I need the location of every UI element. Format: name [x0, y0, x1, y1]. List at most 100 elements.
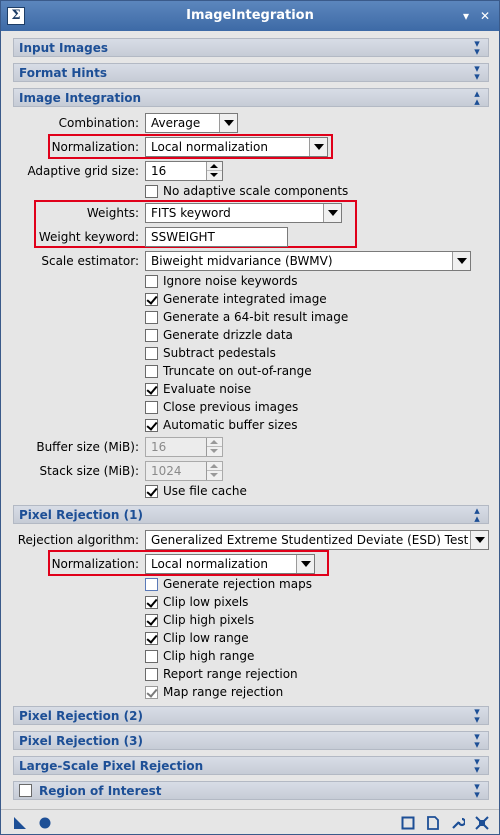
spinner-buttons[interactable]: [206, 462, 222, 480]
clip-high-pixels-checkbox[interactable]: Clip high pixels: [145, 613, 345, 629]
rejection-algorithm-select[interactable]: Generalized Extreme Studentized Deviate …: [145, 530, 489, 550]
spin-down-icon[interactable]: [207, 447, 222, 456]
use-file-cache-checkbox[interactable]: Use file cache: [145, 484, 345, 500]
chevron-down-icon[interactable]: [296, 555, 314, 573]
generate-64bit-checkbox[interactable]: Generate a 64-bit result image: [145, 310, 365, 326]
wrench-icon[interactable]: [451, 816, 465, 830]
chevron-down-icon[interactable]: [219, 114, 237, 132]
chevron-down-icon[interactable]: [470, 531, 488, 549]
section-large-scale-rejection[interactable]: Large-Scale Pixel Rejection ▾ ▾: [13, 756, 489, 775]
checkbox-box[interactable]: [145, 686, 158, 699]
automatic-buffer-checkbox[interactable]: Automatic buffer sizes: [145, 418, 345, 434]
spinner-buttons[interactable]: [206, 438, 222, 456]
title-bar[interactable]: Σ ImageIntegration ▾ ✕: [1, 1, 499, 31]
shade-icon[interactable]: ▾: [459, 9, 473, 23]
evaluate-noise-checkbox[interactable]: Evaluate noise: [145, 382, 345, 398]
weights-select[interactable]: FITS keyword: [145, 203, 342, 223]
normalization-select[interactable]: Local normalization: [145, 137, 328, 157]
buffer-size-spinner[interactable]: 16: [145, 437, 223, 457]
expand-icon[interactable]: ▾ ▾: [471, 63, 483, 82]
generate-drizzle-checkbox[interactable]: Generate drizzle data: [145, 328, 345, 344]
checkbox-box[interactable]: [145, 185, 158, 198]
close-icon[interactable]: ✕: [478, 9, 492, 23]
combination-select[interactable]: Average: [145, 113, 238, 133]
reset-icon[interactable]: [475, 816, 489, 830]
checkbox-box[interactable]: [145, 668, 158, 681]
spin-up-icon[interactable]: [207, 162, 222, 171]
expand-icon[interactable]: ▾ ▾: [471, 38, 483, 57]
section-label: Input Images: [19, 41, 108, 55]
checkbox-label: Automatic buffer sizes: [163, 418, 298, 432]
checkbox-label: Evaluate noise: [163, 382, 252, 396]
rejection-algorithm-value: Generalized Extreme Studentized Deviate …: [151, 533, 469, 547]
scale-estimator-select[interactable]: Biweight midvariance (BWMV): [145, 251, 471, 271]
clip-low-range-checkbox[interactable]: Clip low range: [145, 631, 345, 647]
chevron-down-icon[interactable]: [452, 252, 470, 270]
checkbox-box[interactable]: [145, 329, 158, 342]
generate-rejection-maps-checkbox[interactable]: Generate rejection maps: [145, 577, 345, 593]
spinner-buttons[interactable]: [206, 162, 222, 180]
browse-documentation-icon[interactable]: [401, 816, 415, 830]
report-range-rejection-checkbox[interactable]: Report range rejection: [145, 667, 345, 683]
rejection-normalization-select[interactable]: Local normalization: [145, 554, 315, 574]
adaptive-grid-label: Adaptive grid size:: [27, 164, 139, 178]
chevron-down-icon[interactable]: [323, 204, 341, 222]
checkbox-box[interactable]: [145, 347, 158, 360]
new-instance-icon[interactable]: [13, 816, 27, 830]
checkbox-box[interactable]: [145, 596, 158, 609]
document-icon[interactable]: [426, 816, 440, 830]
stack-size-value: 1024: [151, 464, 182, 478]
normalization-label: Normalization:: [51, 140, 139, 154]
subtract-pedestals-checkbox[interactable]: Subtract pedestals: [145, 346, 345, 362]
rejection-normalization-value: Local normalization: [151, 557, 268, 571]
section-region-of-interest[interactable]: Region of Interest ▾ ▾: [13, 781, 489, 800]
checkbox-box[interactable]: [145, 383, 158, 396]
close-previous-checkbox[interactable]: Close previous images: [145, 400, 345, 416]
checkbox-box[interactable]: [145, 311, 158, 324]
stack-size-spinner[interactable]: 1024: [145, 461, 223, 481]
roi-checkbox[interactable]: [19, 784, 32, 797]
section-format-hints[interactable]: Format Hints ▾ ▾: [13, 63, 489, 82]
no-adaptive-checkbox[interactable]: No adaptive scale components: [145, 184, 365, 200]
collapse-icon[interactable]: ▴ ▴: [471, 88, 483, 107]
expand-icon[interactable]: ▾ ▾: [471, 706, 483, 725]
spin-down-icon[interactable]: [207, 471, 222, 480]
checkbox-box[interactable]: [145, 365, 158, 378]
clip-low-pixels-checkbox[interactable]: Clip low pixels: [145, 595, 345, 611]
expand-icon[interactable]: ▾ ▾: [471, 731, 483, 750]
checkbox-box[interactable]: [145, 650, 158, 663]
checkbox-label: Close previous images: [163, 400, 299, 414]
spin-up-icon[interactable]: [207, 462, 222, 471]
section-pixel-rejection-3[interactable]: Pixel Rejection (3) ▾ ▾: [13, 731, 489, 750]
image-integration-window: Σ ImageIntegration ▾ ✕ Input Images ▾ ▾ F…: [0, 0, 500, 835]
collapse-icon[interactable]: ▴ ▴: [471, 505, 483, 524]
ignore-noise-checkbox[interactable]: Ignore noise keywords: [145, 274, 345, 290]
weight-keyword-input[interactable]: SSWEIGHT: [145, 227, 288, 247]
chevron-down-icon[interactable]: [309, 138, 327, 156]
section-pixel-rejection-2[interactable]: Pixel Rejection (2) ▾ ▾: [13, 706, 489, 725]
checkbox-box[interactable]: [145, 485, 158, 498]
checkbox-box[interactable]: [145, 293, 158, 306]
clip-high-range-checkbox[interactable]: Clip high range: [145, 649, 345, 665]
checkbox-box[interactable]: [145, 401, 158, 414]
section-pixel-rejection-1[interactable]: Pixel Rejection (1) ▴ ▴: [13, 505, 489, 524]
checkbox-box[interactable]: [145, 614, 158, 627]
checkbox-box[interactable]: [145, 632, 158, 645]
section-image-integration[interactable]: Image Integration ▴ ▴: [13, 88, 489, 107]
map-range-rejection-checkbox[interactable]: Map range rejection: [145, 685, 345, 701]
generate-integrated-checkbox[interactable]: Generate integrated image: [145, 292, 345, 308]
truncate-checkbox[interactable]: Truncate on out-of-range: [145, 364, 345, 380]
checkbox-box[interactable]: [145, 275, 158, 288]
spin-up-icon[interactable]: [207, 438, 222, 447]
checkbox-box[interactable]: [145, 419, 158, 432]
adaptive-grid-spinner[interactable]: 16: [145, 161, 223, 181]
checkbox-box[interactable]: [145, 578, 158, 591]
section-input-images[interactable]: Input Images ▾ ▾: [13, 38, 489, 57]
bottom-toolbar: [1, 809, 499, 834]
checkbox-label: Truncate on out-of-range: [163, 364, 312, 378]
expand-icon[interactable]: ▾ ▾: [471, 781, 483, 800]
combination-value: Average: [151, 116, 201, 130]
spin-down-icon[interactable]: [207, 171, 222, 180]
apply-global-icon[interactable]: [38, 816, 52, 830]
expand-icon[interactable]: ▾ ▾: [471, 756, 483, 775]
